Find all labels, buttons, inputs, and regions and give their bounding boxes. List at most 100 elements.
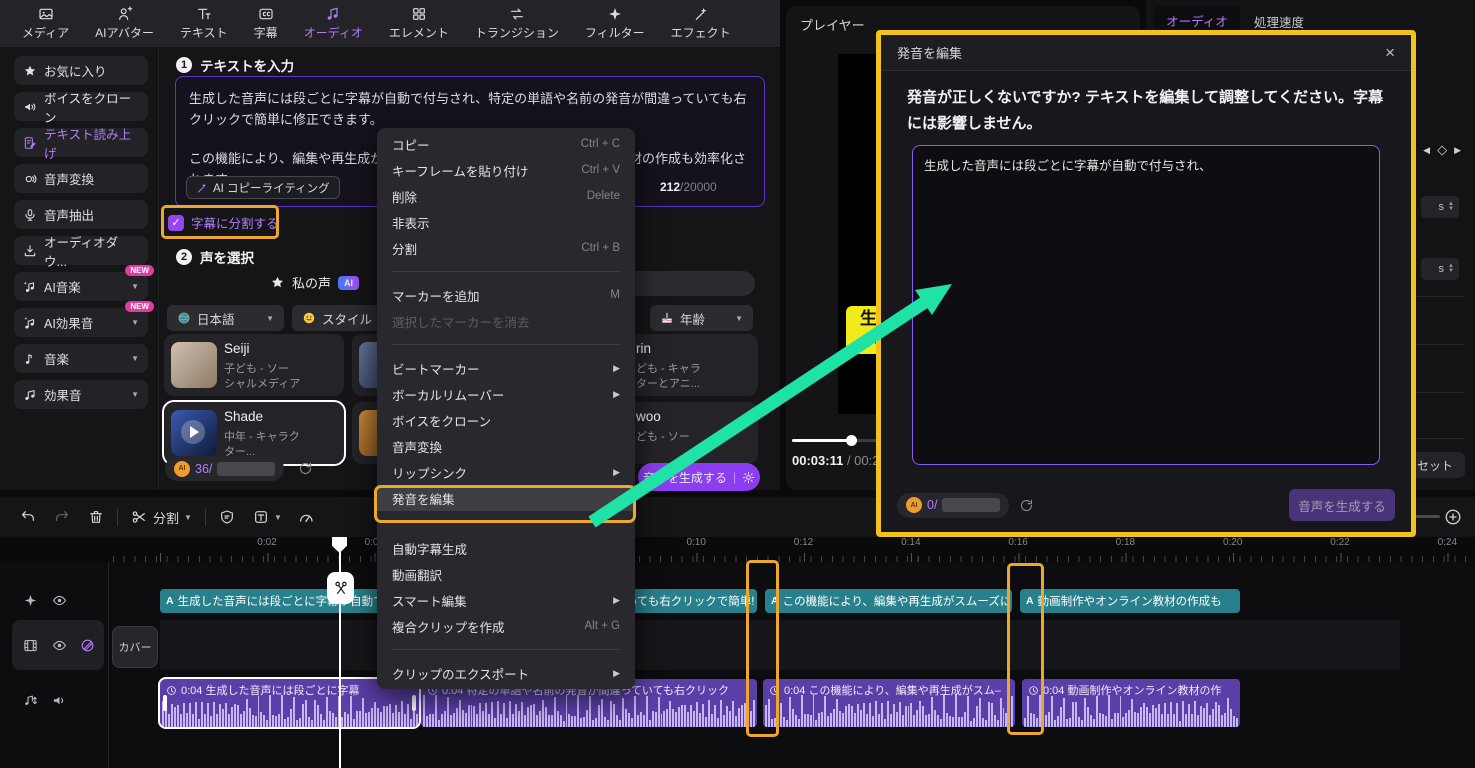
menu-item[interactable]: コピーCtrl + C: [377, 131, 635, 157]
audio-clip[interactable]: 0:04 動画制作やオンライン教材の作: [1022, 679, 1240, 727]
age-filter-dropdown[interactable]: 年齢 ▼: [650, 305, 753, 331]
menu-item[interactable]: 自動字幕生成: [377, 535, 635, 561]
chevron-down-icon[interactable]: ▼: [274, 513, 282, 522]
refresh-icon[interactable]: [1019, 498, 1034, 513]
my-voice-tab[interactable]: 私の声 AI: [270, 273, 359, 292]
timeline-zoom-slider[interactable]: [1412, 515, 1440, 518]
keyframe-next-icon[interactable]: ▶: [1454, 145, 1461, 156]
redo-icon[interactable]: [54, 509, 70, 525]
sidebar-item[interactable]: 音声変換: [14, 164, 148, 193]
eye-icon[interactable]: [52, 638, 67, 653]
menu-item[interactable]: ビートマーカー▶: [377, 355, 635, 381]
refresh-icon[interactable]: [298, 461, 313, 476]
speed-gauge-icon[interactable]: [298, 509, 314, 525]
ai-badge: AI: [338, 276, 359, 290]
timeline-ruler[interactable]: 0:020:040:060:080:100:120:140:160:180:20…: [110, 537, 1475, 562]
voice-avatar: [171, 342, 217, 388]
clip-trim-handle[interactable]: [163, 695, 167, 711]
eye-icon[interactable]: [52, 593, 67, 608]
menu-item[interactable]: ボイスをクローン: [377, 407, 635, 433]
play-icon[interactable]: [181, 420, 205, 444]
tab-elements[interactable]: エレメント: [381, 3, 457, 44]
marker-icon[interactable]: [219, 509, 235, 525]
sidebar-item[interactable]: 効果音▼: [14, 380, 148, 409]
audio-clip[interactable]: 0:04 この機能により、編集や再生成がスム–: [763, 679, 1015, 727]
split-subtitle-checkbox[interactable]: ✓: [168, 215, 184, 231]
menu-item[interactable]: 複合クリップを作成Alt + G: [377, 613, 635, 639]
mute-slash-icon[interactable]: [80, 638, 95, 653]
tab-captions[interactable]: 字幕: [246, 3, 286, 44]
stepper-arrows[interactable]: ▲▼: [1448, 264, 1454, 274]
text-tool-icon[interactable]: [253, 509, 269, 525]
duration-spinner-2[interactable]: s ▲▼: [1421, 258, 1459, 280]
context-menu: コピーCtrl + Cキーフレームを貼り付けCtrl + V削除Delete非表…: [377, 128, 635, 689]
trash-icon[interactable]: [88, 509, 104, 525]
menu-item[interactable]: 非表示: [377, 209, 635, 235]
tab-ai-avatar[interactable]: AIアバター: [87, 3, 162, 44]
keyframe-prev-icon[interactable]: ◀: [1423, 145, 1430, 156]
pronunciation-text-input[interactable]: 生成した音声には段ごとに字幕が自動で付与され、: [912, 145, 1380, 465]
menu-item[interactable]: 発音を編集: [377, 485, 635, 511]
chevron-down-icon[interactable]: ▼: [131, 318, 139, 327]
menu-item[interactable]: 音声変換: [377, 433, 635, 459]
chevron-down-icon[interactable]: ▼: [131, 390, 139, 399]
step2-title: 声を選択: [200, 247, 254, 267]
sidebar-item[interactable]: ボイスをクローン: [14, 92, 148, 121]
chevron-down-icon[interactable]: ▼: [131, 354, 139, 363]
menu-item[interactable]: 分割Ctrl + B: [377, 235, 635, 261]
menu-item[interactable]: リップシンク▶: [377, 459, 635, 485]
split-button[interactable]: 分割: [153, 508, 179, 527]
ai-copywriting-button[interactable]: AI コピーライティング: [186, 176, 340, 199]
submenu-arrow-icon: ▶: [613, 668, 620, 679]
undo-icon[interactable]: [20, 509, 36, 525]
subtitle-clip[interactable]: Aこの機能により、編集や再生成がスムーズに: [765, 589, 1012, 613]
generate-audio-button[interactable]: 音声を生成する |: [638, 463, 760, 491]
zoom-in-icon[interactable]: [1444, 508, 1462, 526]
sidebar-item[interactable]: 音楽▼: [14, 344, 148, 373]
captions-icon: [258, 6, 274, 22]
tab-effects[interactable]: エフェクト: [663, 3, 739, 44]
menu-item[interactable]: 削除Delete: [377, 183, 635, 209]
volume-icon[interactable]: [52, 693, 67, 708]
tab-media[interactable]: メディア: [14, 3, 77, 44]
pitch-icon[interactable]: [23, 693, 38, 708]
chevron-down-icon[interactable]: ▼: [131, 282, 139, 291]
film-icon[interactable]: [23, 638, 38, 653]
subtitle-clip[interactable]: A動画制作やオンライン教材の作成も: [1020, 589, 1240, 613]
sidebar-item[interactable]: AI音楽▼NEW: [14, 272, 148, 301]
tab-filter[interactable]: フィルター: [577, 3, 653, 44]
cover-button[interactable]: カバー: [112, 626, 158, 668]
sidebar-item[interactable]: テキスト読み上げ: [14, 128, 148, 157]
sidebar-item[interactable]: オーディオダウ...: [14, 236, 148, 265]
voice-change-icon: [23, 172, 37, 186]
scissors-icon[interactable]: [131, 509, 147, 525]
clip-trim-handle[interactable]: [412, 695, 416, 711]
tab-text[interactable]: テキスト: [172, 3, 236, 44]
sidebar-item[interactable]: お気に入り: [14, 56, 148, 85]
voice-card-shade-selected[interactable]: Shade 中年 - キャラク ター...: [164, 402, 344, 464]
sidebar-item[interactable]: AI効果音▼NEW: [14, 308, 148, 337]
menu-item[interactable]: 動画翻訳: [377, 561, 635, 587]
menu-item[interactable]: クリップのエクスポート▶: [377, 660, 635, 686]
voice-card-seiji[interactable]: Seiji 子ども - ソー シャルメディア: [164, 334, 344, 396]
menu-item[interactable]: キーフレームを貼り付けCtrl + V: [377, 157, 635, 183]
seekbar-knob[interactable]: [846, 435, 857, 446]
stepper-arrows[interactable]: ▲▼: [1448, 202, 1454, 212]
submenu-arrow-icon: ▶: [613, 363, 620, 374]
magic-icon[interactable]: [23, 593, 38, 608]
menu-item[interactable]: ボーカルリムーバー▶: [377, 381, 635, 407]
ruler-tick-label: 0:24: [1430, 537, 1464, 548]
close-icon[interactable]: ×: [1385, 43, 1395, 63]
tab-transition[interactable]: トランジション: [467, 3, 567, 44]
duration-spinner-1[interactable]: s ▲▼: [1421, 196, 1459, 218]
menu-item[interactable]: マーカーを追加M: [377, 282, 635, 308]
tab-audio[interactable]: オーディオ: [296, 3, 371, 44]
modal-generate-audio-button[interactable]: 音声を生成する: [1289, 489, 1395, 521]
language-filter-dropdown[interactable]: 日本語 ▼: [167, 305, 284, 331]
menu-item[interactable]: スマート編集▶: [377, 587, 635, 613]
chevron-down-icon[interactable]: ▼: [184, 513, 192, 522]
sidebar-item[interactable]: 音声抽出: [14, 200, 148, 229]
keyframe-diamond-icon[interactable]: ◇: [1437, 142, 1447, 158]
tab-processing-speed[interactable]: 処理速度: [1254, 12, 1304, 31]
keyframe-controls[interactable]: ◀ ◇ ▶: [1423, 142, 1461, 158]
